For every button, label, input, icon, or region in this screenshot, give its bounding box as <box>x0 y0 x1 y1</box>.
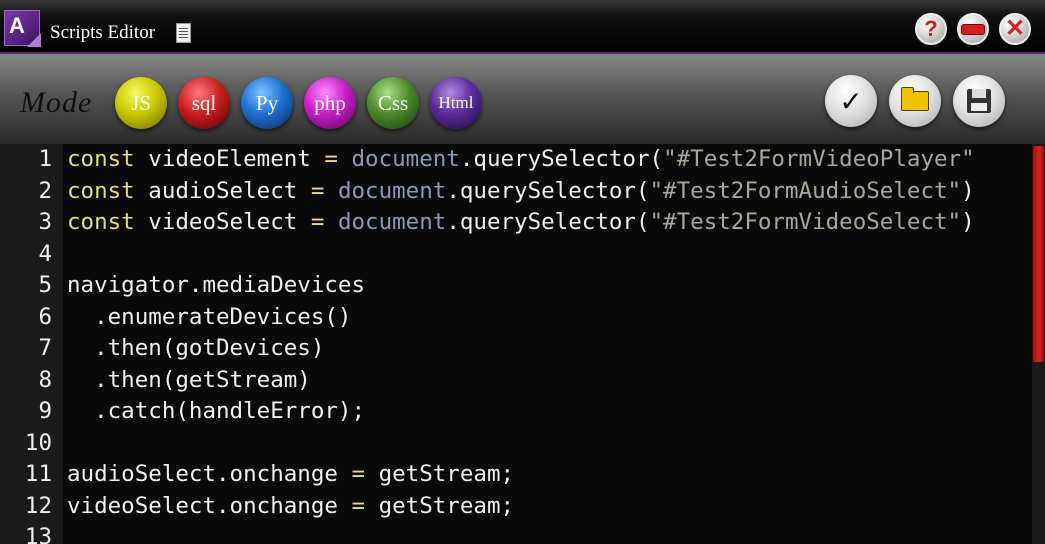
token-doc: document <box>351 146 460 172</box>
code-line[interactable]: 2 const audioSelect = document.querySelec… <box>0 176 1032 207</box>
token-kw: const <box>67 146 135 172</box>
close-button[interactable]: ✕ <box>999 13 1031 45</box>
code-editor[interactable]: 1 const videoElement = document.querySele… <box>0 144 1045 544</box>
token-kw: const <box>67 177 135 204</box>
code-line[interactable]: 7 .then(gotDevices) <box>0 333 1032 364</box>
question-mark-icon: ? <box>924 16 938 41</box>
line-number: 6 <box>38 303 52 330</box>
line-number: 13 <box>24 524 52 544</box>
check-icon: ✓ <box>839 84 863 118</box>
code-line[interactable]: 6 .enumerateDevices() <box>0 302 1032 333</box>
token: ) <box>961 209 975 235</box>
line-number: 4 <box>38 240 52 267</box>
token-str: "#Test2FormAudioSelect" <box>649 177 962 204</box>
code-text: .catch(handleError); <box>67 396 365 427</box>
mode-python-button[interactable]: Py <box>241 77 293 129</box>
token: getStream; <box>365 492 515 519</box>
code-line[interactable]: 9 .catch(handleError); <box>0 396 1032 427</box>
mode-sql-button[interactable]: sql <box>178 77 230 129</box>
line-number: 2 <box>38 177 52 204</box>
line-number: 1 <box>38 146 52 172</box>
close-icon: ✕ <box>1004 15 1026 42</box>
token: .querySelector( <box>446 177 650 204</box>
line-number: 10 <box>24 429 52 456</box>
code-line[interactable]: 4 <box>0 239 1032 270</box>
code-text: navigator.mediaDevices <box>67 270 365 301</box>
document-icon <box>176 23 191 43</box>
token: .then(getStream) <box>67 366 311 393</box>
folder-open-icon <box>901 87 929 111</box>
code-text: .then(getStream) <box>67 365 311 396</box>
save-button[interactable] <box>953 75 1005 127</box>
window-title: Scripts Editor <box>50 22 156 43</box>
validate-button[interactable]: ✓ <box>825 75 877 127</box>
code-text: audioSelect.onchange = getStream; <box>67 459 514 490</box>
code-line[interactable]: 1 const videoElement = document.querySele… <box>0 144 1032 175</box>
token: .then(gotDevices) <box>67 335 325 361</box>
line-number: 9 <box>38 398 52 424</box>
mode-html-button[interactable]: Html <box>430 77 482 129</box>
code-text: .then(gotDevices) <box>67 333 324 364</box>
token-doc: document <box>337 177 447 204</box>
code-text: const audioSelect = document.querySelect… <box>67 176 975 207</box>
code-line[interactable]: 13 <box>0 522 1032 544</box>
app-logo-icon: A <box>4 10 41 47</box>
code-line[interactable]: 5 navigator.mediaDevices <box>0 270 1032 301</box>
code-text: const videoElement = document.querySelec… <box>67 144 975 175</box>
token: audioSelect <box>134 177 311 204</box>
line-number: 11 <box>24 461 52 487</box>
floppy-save-icon <box>967 89 991 113</box>
mode-js-button[interactable]: JS <box>115 77 167 129</box>
toolbar: Mode JS sql Py php Css Html ✓ <box>0 54 1045 144</box>
vertical-scrollbar[interactable] <box>1032 144 1045 544</box>
title-bar: A Scripts Editor ? ✕ <box>0 0 1045 54</box>
code-text: videoSelect.onchange = getStream; <box>67 491 514 522</box>
code-line[interactable]: 11 audioSelect.onchange = getStream; <box>0 459 1032 490</box>
mode-php-button[interactable]: php <box>304 77 356 129</box>
token: .querySelector( <box>446 209 650 235</box>
token: .catch(handleError); <box>67 398 366 424</box>
code-text: .enumerateDevices() <box>67 302 351 333</box>
code-line[interactable]: 3 const videoSelect = document.querySelec… <box>0 207 1032 238</box>
open-button[interactable] <box>889 75 941 127</box>
scrollbar-thumb[interactable] <box>1033 146 1044 362</box>
code-line[interactable]: 8 .then(getStream) <box>0 365 1032 396</box>
token-str: "#Test2FormVideoPlayer" <box>663 146 975 172</box>
token: ) <box>961 177 975 204</box>
minimize-icon <box>961 23 985 35</box>
token-op: = <box>310 209 325 235</box>
token-op: = <box>351 492 366 519</box>
mode-label: Mode <box>20 86 93 119</box>
line-number: 3 <box>38 209 52 235</box>
token: .enumerateDevices() <box>67 303 352 330</box>
token-str: "#Test2FormVideoSelect" <box>649 209 962 235</box>
code-line[interactable]: 12 videoSelect.onchange = getStream; <box>0 491 1032 522</box>
token-op: = <box>310 177 325 204</box>
token-op: = <box>324 146 338 172</box>
logo-letter: A <box>9 13 25 38</box>
token: videoElement <box>134 146 325 172</box>
token-op: = <box>351 461 366 487</box>
line-number: 7 <box>38 335 52 361</box>
token: audioSelect.onchange <box>67 461 352 487</box>
code-text: const videoSelect = document.querySelect… <box>67 207 975 238</box>
code-line[interactable]: 10 <box>0 428 1032 459</box>
mode-css-button[interactable]: Css <box>367 77 419 129</box>
line-number: 5 <box>38 272 52 298</box>
minimize-button[interactable] <box>957 13 989 45</box>
token: videoSelect <box>134 209 311 235</box>
token: .querySelector( <box>459 146 664 172</box>
token: navigator.mediaDevices <box>67 272 366 298</box>
line-number: 12 <box>24 492 52 519</box>
token: getStream; <box>365 461 515 487</box>
line-number: 8 <box>38 366 52 393</box>
token: videoSelect.onchange <box>67 492 352 519</box>
token-kw: const <box>67 209 135 235</box>
help-button[interactable]: ? <box>915 13 947 45</box>
token-doc: document <box>337 209 447 235</box>
